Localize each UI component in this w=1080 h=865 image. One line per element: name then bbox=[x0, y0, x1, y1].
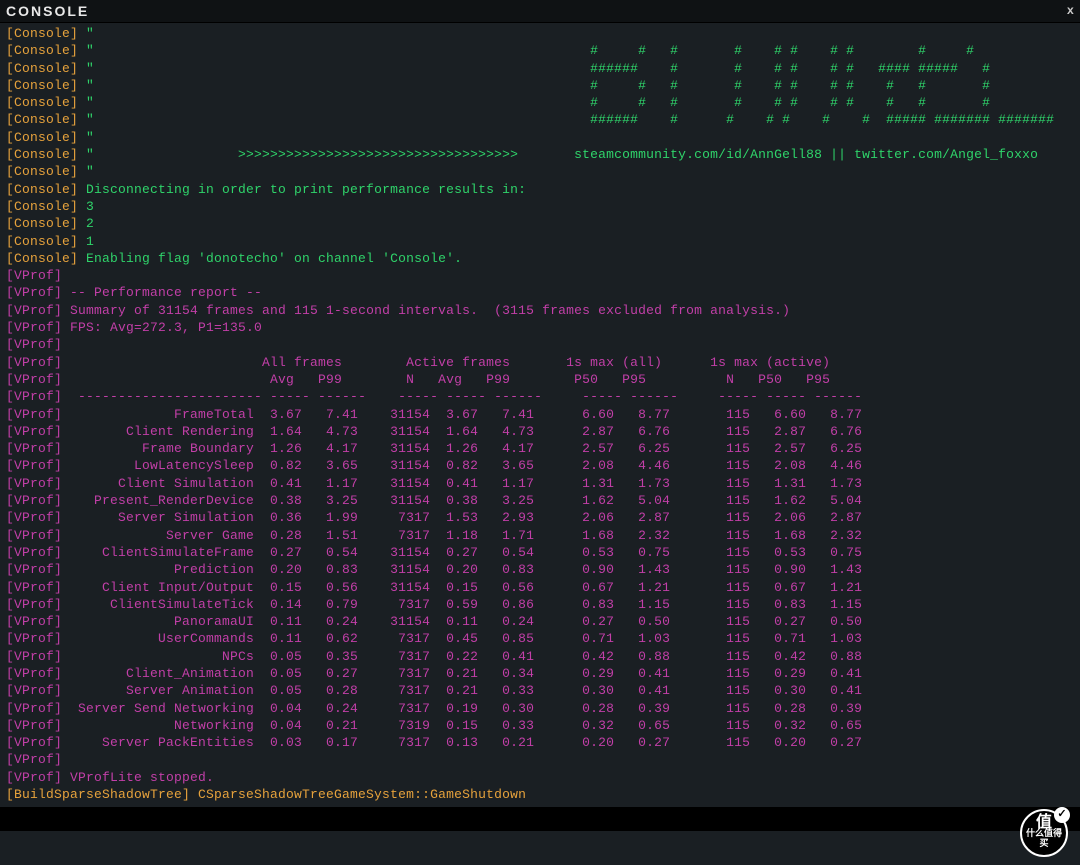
console-line: [Console] " bbox=[6, 163, 1074, 180]
watermark-badge: 值 什么值得买 ✓ bbox=[1020, 809, 1068, 857]
console-line: [VProf] Present_RenderDevice 0.38 3.25 3… bbox=[6, 492, 1074, 509]
console-line: [Console] 3 bbox=[6, 198, 1074, 215]
console-line: [VProf] Client_Animation 0.05 0.27 7317 … bbox=[6, 665, 1074, 682]
console-line: [Console] " # # # # # # # # # # # bbox=[6, 77, 1074, 94]
console-line: [VProf] -- Performance report -- bbox=[6, 284, 1074, 301]
console-line: [Console] 1 bbox=[6, 233, 1074, 250]
console-line: [Console] " >>>>>>>>>>>>>>>>>>>>>>>>>>>>… bbox=[6, 146, 1074, 163]
console-line: [VProf] Frame Boundary 1.26 4.17 31154 1… bbox=[6, 440, 1074, 457]
close-icon[interactable]: x bbox=[1067, 0, 1074, 22]
console-line: [Console] " # # # # # # # # # # bbox=[6, 42, 1074, 59]
console-line: [VProf] ----------------------- ----- --… bbox=[6, 388, 1074, 405]
console-line: [Console] " ###### # # # # # # #### ####… bbox=[6, 60, 1074, 77]
console-output: [Console] "[Console] " # # # # # # # # #… bbox=[0, 23, 1080, 803]
console-line: [VProf] UserCommands 0.11 0.62 7317 0.45… bbox=[6, 630, 1074, 647]
console-line: [VProf] Client Rendering 1.64 4.73 31154… bbox=[6, 423, 1074, 440]
window-titlebar: CONSOLE x bbox=[0, 0, 1080, 23]
console-line: [VProf] Avg P99 N Avg P99 P50 P95 N P50 … bbox=[6, 371, 1074, 388]
console-line: [VProf] FrameTotal 3.67 7.41 31154 3.67 … bbox=[6, 406, 1074, 423]
console-line: [BuildSparseShadowTree] CSparseShadowTre… bbox=[6, 786, 1074, 803]
console-line: [VProf] Networking 0.04 0.21 7319 0.15 0… bbox=[6, 717, 1074, 734]
console-line: [VProf] Prediction 0.20 0.83 31154 0.20 … bbox=[6, 561, 1074, 578]
console-input[interactable] bbox=[0, 807, 1080, 831]
console-line: [VProf] VProfLite stopped. bbox=[6, 769, 1074, 786]
console-line: [VProf] LowLatencySleep 0.82 3.65 31154 … bbox=[6, 457, 1074, 474]
console-line: [Console] " bbox=[6, 25, 1074, 42]
console-line: [Console] " bbox=[6, 129, 1074, 146]
console-line: [VProf] bbox=[6, 336, 1074, 353]
console-line: [Console] " ###### # # # # # # ##### ###… bbox=[6, 111, 1074, 128]
console-line: [Console] Disconnecting in order to prin… bbox=[6, 181, 1074, 198]
console-line: [Console] Enabling flag 'donotecho' on c… bbox=[6, 250, 1074, 267]
console-line: [VProf] NPCs 0.05 0.35 7317 0.22 0.41 0.… bbox=[6, 648, 1074, 665]
console-line: [VProf] Client Input/Output 0.15 0.56 31… bbox=[6, 579, 1074, 596]
console-line: [VProf] Server Game 0.28 1.51 7317 1.18 … bbox=[6, 527, 1074, 544]
console-line: [VProf] ClientSimulateTick 0.14 0.79 731… bbox=[6, 596, 1074, 613]
console-line: [VProf] Server Simulation 0.36 1.99 7317… bbox=[6, 509, 1074, 526]
window-title: CONSOLE bbox=[6, 0, 89, 22]
console-line: [VProf] bbox=[6, 267, 1074, 284]
console-line: [Console] " # # # # # # # # # # # bbox=[6, 94, 1074, 111]
console-line: [VProf] PanoramaUI 0.11 0.24 31154 0.11 … bbox=[6, 613, 1074, 630]
console-line: [VProf] FPS: Avg=272.3, P1=135.0 bbox=[6, 319, 1074, 336]
console-line: [VProf] Server Send Networking 0.04 0.24… bbox=[6, 700, 1074, 717]
check-icon: ✓ bbox=[1054, 807, 1070, 823]
console-line: [Console] 2 bbox=[6, 215, 1074, 232]
console-line: [VProf] Server PackEntities 0.03 0.17 73… bbox=[6, 734, 1074, 751]
console-line: [VProf] All frames Active frames 1s max … bbox=[6, 354, 1074, 371]
console-line: [VProf] bbox=[6, 751, 1074, 768]
console-line: [VProf] ClientSimulateFrame 0.27 0.54 31… bbox=[6, 544, 1074, 561]
console-line: [VProf] Client Simulation 0.41 1.17 3115… bbox=[6, 475, 1074, 492]
console-line: [VProf] Server Animation 0.05 0.28 7317 … bbox=[6, 682, 1074, 699]
console-line: [VProf] Summary of 31154 frames and 115 … bbox=[6, 302, 1074, 319]
